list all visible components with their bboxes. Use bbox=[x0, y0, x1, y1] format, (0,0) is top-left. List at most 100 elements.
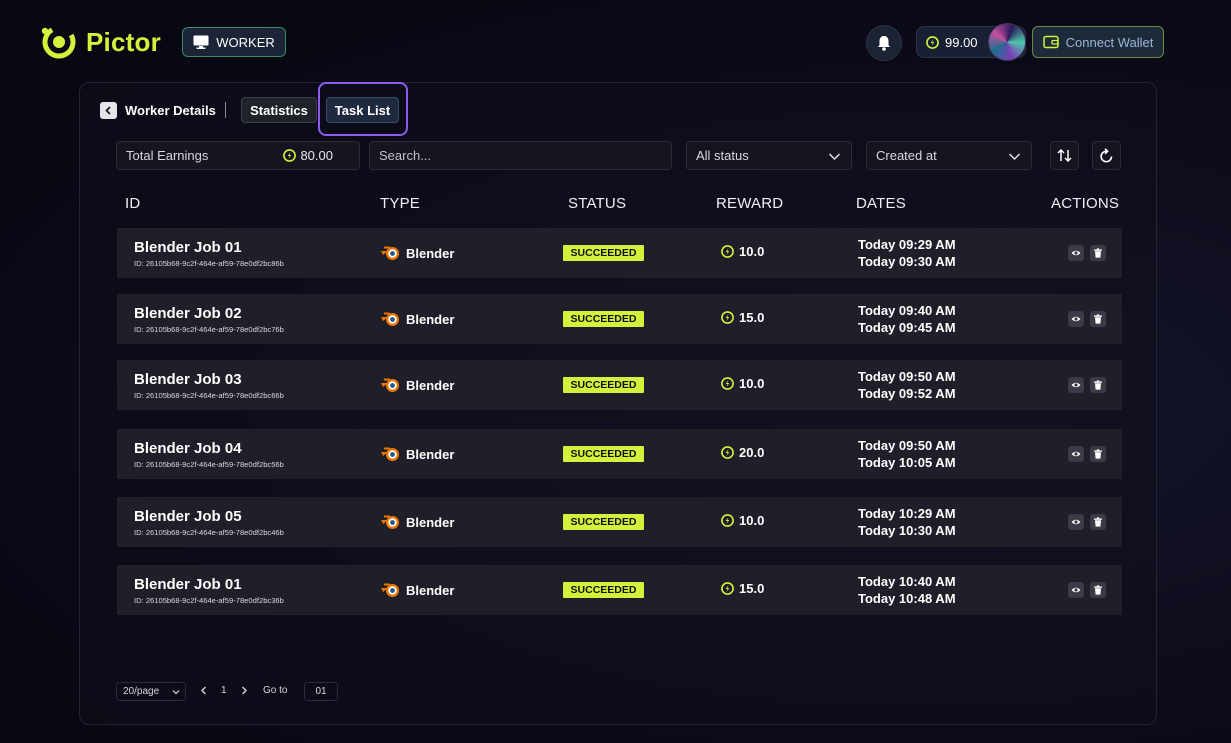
job-reward-value: 10.0 bbox=[739, 244, 765, 259]
status-filter-select[interactable]: All status bbox=[686, 141, 852, 170]
goto-page-input[interactable]: 01 bbox=[304, 682, 338, 701]
blender-icon bbox=[381, 246, 399, 260]
job-id: ID: 26105b68-9c2f-464e-af59-78e0df2bc66b bbox=[134, 391, 284, 400]
view-button[interactable] bbox=[1068, 311, 1084, 327]
job-end-date: Today 10:05 AM bbox=[858, 455, 956, 470]
view-button[interactable] bbox=[1068, 446, 1084, 462]
chevron-down-icon bbox=[1008, 153, 1021, 161]
status-badge: SUCCEEDED bbox=[563, 245, 644, 261]
job-start-date: Today 09:50 AM bbox=[858, 369, 956, 384]
view-button[interactable] bbox=[1068, 582, 1084, 598]
job-end-date: Today 10:48 AM bbox=[858, 591, 956, 606]
trash-icon bbox=[1094, 449, 1102, 459]
title-divider bbox=[225, 102, 226, 118]
job-start-date: Today 10:29 AM bbox=[858, 506, 956, 521]
job-reward: 10.0 bbox=[721, 513, 764, 528]
delete-button[interactable] bbox=[1090, 446, 1106, 462]
job-id: ID: 26105b68-9c2f-464e-af59-78e0df2bc46b bbox=[134, 528, 284, 537]
job-type-label: Blender bbox=[406, 514, 455, 530]
sort-field-select[interactable]: Created at bbox=[866, 141, 1032, 170]
next-page-button[interactable] bbox=[240, 686, 248, 695]
view-button[interactable] bbox=[1068, 514, 1084, 530]
eye-icon bbox=[1071, 382, 1081, 388]
blender-icon bbox=[381, 583, 399, 597]
chevron-down-icon bbox=[828, 153, 841, 161]
coin-icon bbox=[721, 514, 734, 527]
delete-button[interactable] bbox=[1090, 311, 1106, 327]
job-dates: Today 09:29 AM Today 09:30 AM bbox=[858, 236, 956, 270]
current-page[interactable]: 1 bbox=[221, 685, 227, 696]
trash-icon bbox=[1094, 380, 1102, 390]
goto-page-value: 01 bbox=[315, 686, 327, 697]
job-name: Blender Job 01 bbox=[134, 239, 242, 256]
job-type: Blender bbox=[380, 377, 454, 393]
back-button[interactable] bbox=[100, 102, 117, 119]
app-name: Pictor bbox=[86, 26, 161, 57]
coin-icon bbox=[721, 582, 734, 595]
table-row[interactable]: Blender Job 01 ID: 26105b68-9c2f-464e-af5… bbox=[117, 565, 1122, 615]
delete-button[interactable] bbox=[1090, 582, 1106, 598]
job-start-date: Today 09:29 AM bbox=[858, 237, 956, 252]
tab-statistics[interactable]: Statistics bbox=[241, 97, 317, 123]
trash-icon bbox=[1094, 585, 1102, 595]
page-size-select[interactable]: 20/page bbox=[116, 682, 186, 701]
search-input[interactable]: Search... bbox=[369, 141, 672, 170]
job-end-date: Today 09:52 AM bbox=[858, 386, 956, 401]
column-header-dates: DATES bbox=[856, 195, 906, 212]
refresh-icon bbox=[1100, 148, 1113, 163]
job-start-date: Today 10:40 AM bbox=[858, 574, 956, 589]
job-type-label: Blender bbox=[406, 311, 455, 327]
view-button[interactable] bbox=[1068, 245, 1084, 261]
table-row[interactable]: Blender Job 04 ID: 26105b68-9c2f-464e-af5… bbox=[117, 429, 1122, 479]
eye-icon bbox=[1071, 250, 1081, 256]
delete-button[interactable] bbox=[1090, 245, 1106, 261]
job-type-label: Blender bbox=[406, 377, 455, 393]
view-button[interactable] bbox=[1068, 377, 1084, 393]
job-type: Blender bbox=[380, 446, 454, 462]
coin-icon bbox=[721, 446, 734, 459]
column-header-status: STATUS bbox=[568, 195, 627, 212]
connect-wallet-button[interactable]: Connect Wallet bbox=[1032, 26, 1164, 58]
job-dates: Today 10:40 AM Today 10:48 AM bbox=[858, 573, 956, 607]
bell-icon bbox=[878, 36, 890, 51]
job-type-label: Blender bbox=[406, 582, 455, 598]
job-reward: 15.0 bbox=[721, 581, 764, 596]
chevron-down-icon bbox=[172, 690, 180, 695]
job-reward: 15.0 bbox=[721, 310, 764, 325]
total-earnings-label: Total Earnings bbox=[126, 148, 209, 163]
table-row[interactable]: Blender Job 02 ID: 26105b68-9c2f-464e-af5… bbox=[117, 294, 1122, 344]
job-dates: Today 09:40 AM Today 09:45 AM bbox=[858, 302, 956, 336]
prev-page-button[interactable] bbox=[200, 686, 208, 695]
job-reward-value: 10.0 bbox=[739, 376, 765, 391]
job-start-date: Today 09:50 AM bbox=[858, 438, 956, 453]
table-row[interactable]: Blender Job 05 ID: 26105b68-9c2f-464e-af5… bbox=[117, 497, 1122, 547]
sort-order-button[interactable] bbox=[1050, 141, 1079, 170]
job-id: ID: 26105b68-9c2f-464e-af59-78e0df2bc36b bbox=[134, 596, 284, 605]
app-logo[interactable]: Pictor bbox=[40, 23, 161, 61]
monitor-icon bbox=[193, 35, 209, 49]
job-end-date: Today 09:45 AM bbox=[858, 320, 956, 335]
pictor-logo-icon bbox=[41, 25, 76, 59]
job-reward-value: 15.0 bbox=[739, 581, 765, 596]
table-row[interactable]: Blender Job 01 ID: 26105b68-9c2f-464e-af5… bbox=[117, 228, 1122, 278]
status-filter-value: All status bbox=[696, 148, 749, 163]
avatar[interactable] bbox=[988, 23, 1026, 61]
page-size-value: 20/page bbox=[123, 686, 160, 697]
status-badge: SUCCEEDED bbox=[563, 311, 644, 327]
refresh-button[interactable] bbox=[1092, 141, 1121, 170]
total-earnings-value: 80.00 bbox=[300, 148, 333, 163]
job-name: Blender Job 01 bbox=[134, 576, 242, 593]
job-type: Blender bbox=[380, 245, 454, 261]
blender-icon bbox=[381, 447, 399, 461]
delete-button[interactable] bbox=[1090, 514, 1106, 530]
worker-mode-badge[interactable]: WORKER bbox=[182, 27, 286, 57]
column-header-reward: REWARD bbox=[716, 195, 784, 212]
delete-button[interactable] bbox=[1090, 377, 1106, 393]
job-type: Blender bbox=[380, 514, 454, 530]
status-badge: SUCCEEDED bbox=[563, 377, 644, 393]
search-placeholder: Search... bbox=[379, 148, 432, 163]
table-row[interactable]: Blender Job 03 ID: 26105b68-9c2f-464e-af5… bbox=[117, 360, 1122, 410]
tab-task-list[interactable]: Task List bbox=[326, 97, 399, 123]
eye-icon bbox=[1071, 519, 1081, 525]
notifications-button[interactable] bbox=[866, 25, 902, 61]
